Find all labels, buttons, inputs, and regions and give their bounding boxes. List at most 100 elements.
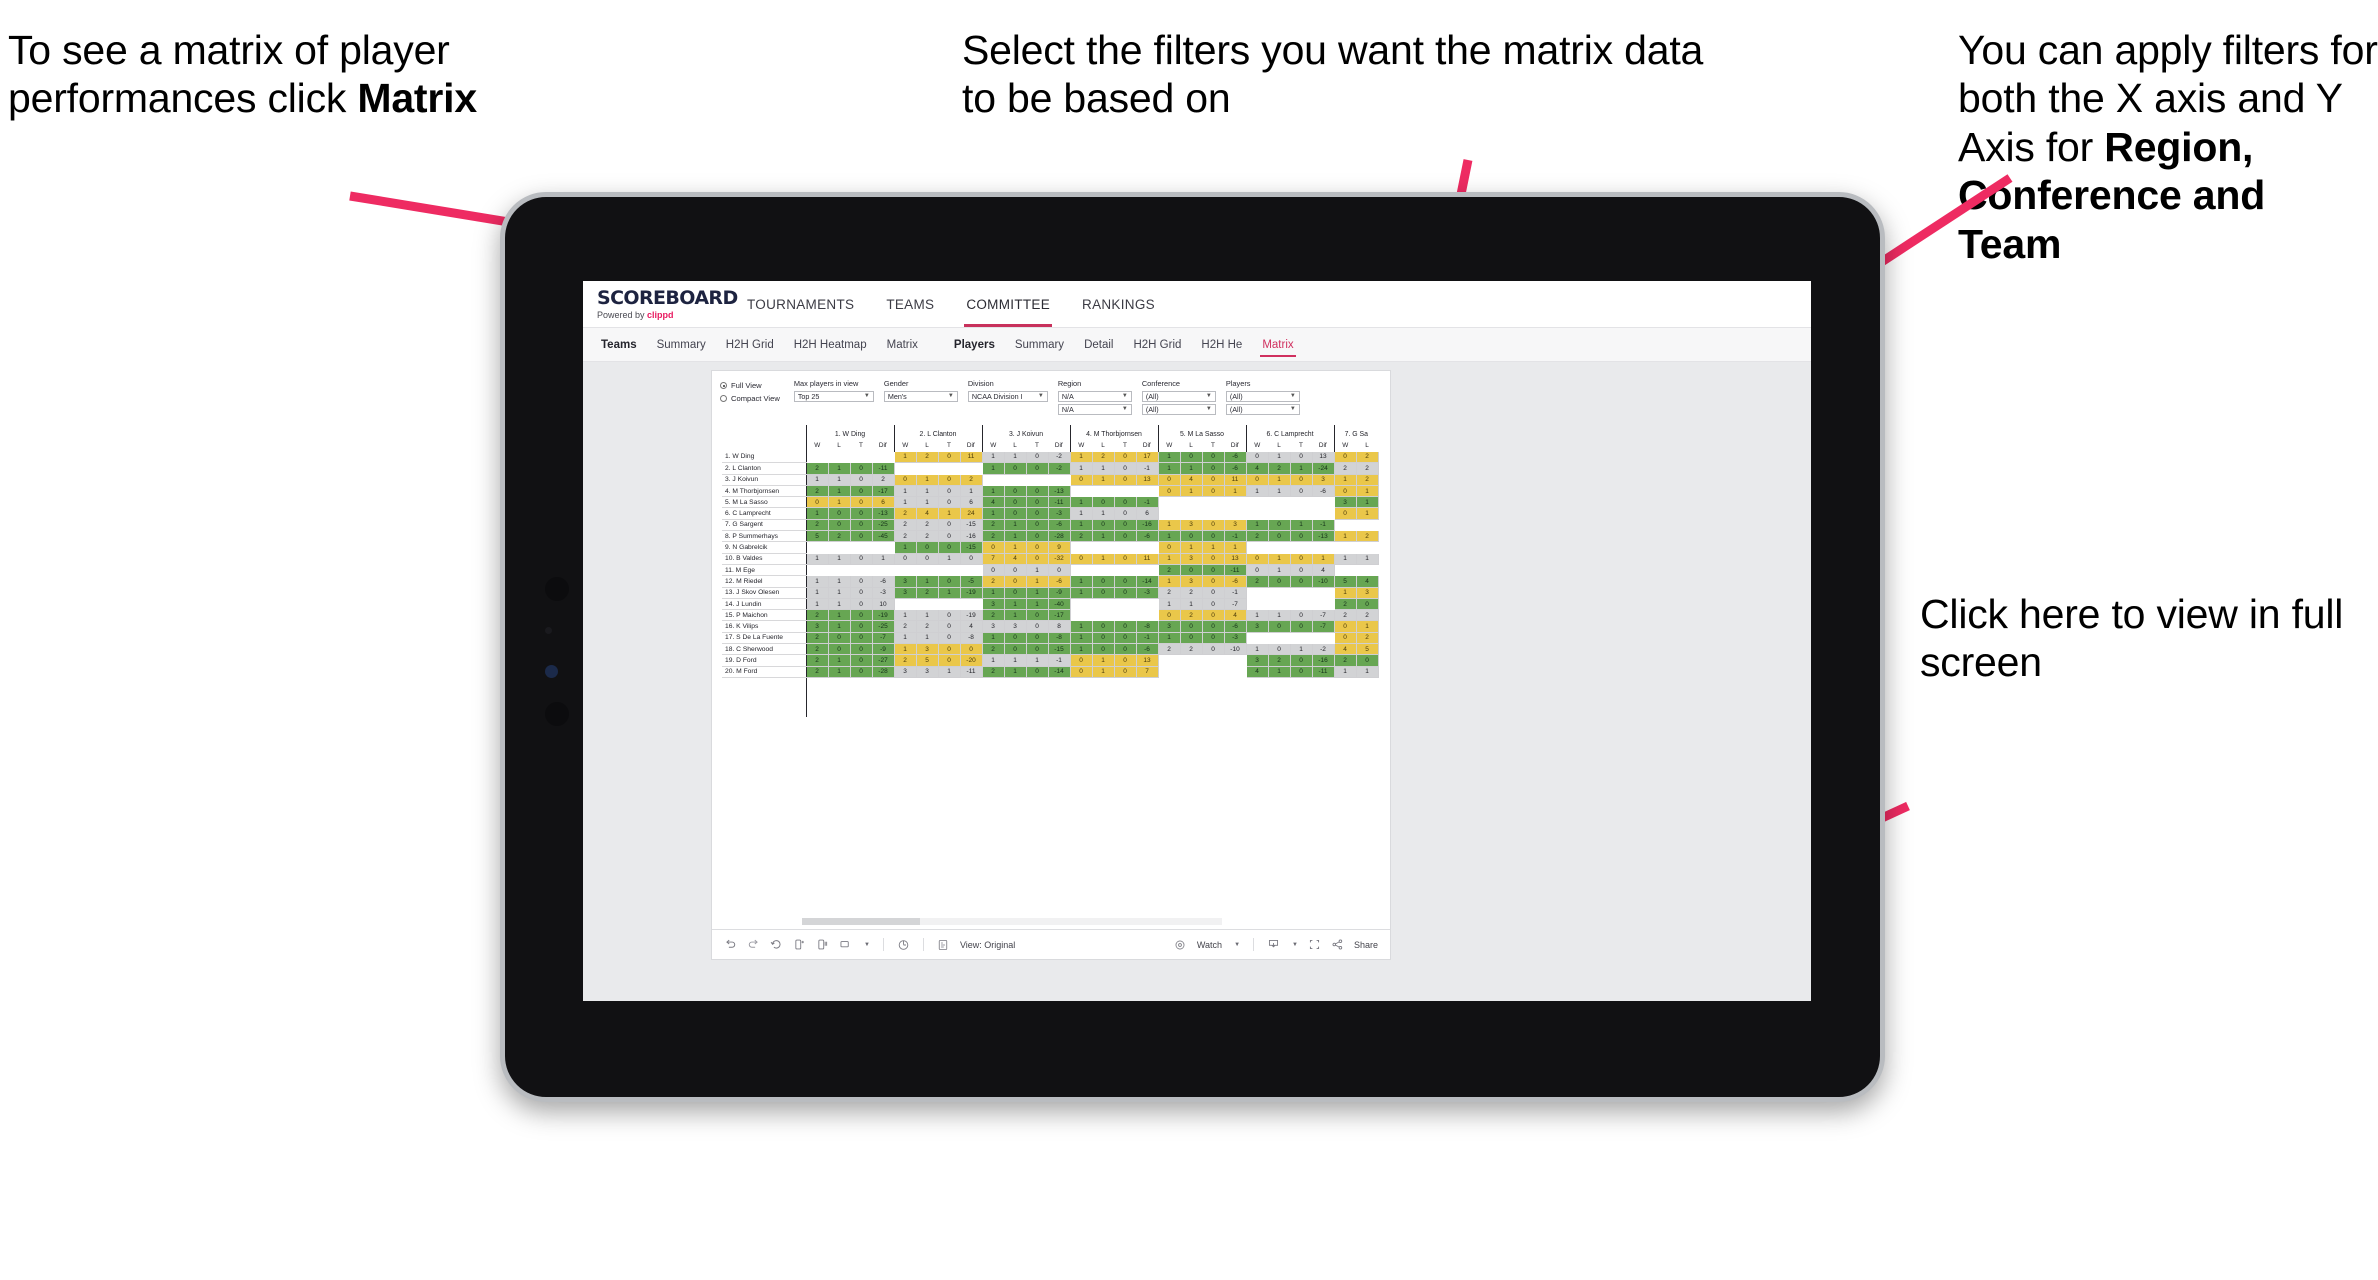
matrix-cell[interactable]: 2 — [872, 474, 895, 486]
matrix-cell[interactable]: 0 — [938, 654, 961, 667]
matrix-cell[interactable]: -15 — [1048, 643, 1071, 656]
matrix-cell[interactable]: 2 — [805, 462, 829, 475]
matrix-row[interactable]: 1. W Ding 1 2 0 11 1 1 0 -2 1 2 0 17 1 0 0 -6 0 1 0 13 0 2 — [722, 451, 1379, 464]
matrix-cell[interactable]: 0 — [1290, 666, 1313, 678]
matrix-cell[interactable] — [1224, 507, 1247, 520]
matrix-cell[interactable]: 0 — [850, 496, 873, 509]
matrix-cell[interactable] — [828, 564, 851, 577]
matrix-cell[interactable]: 2 — [981, 519, 1005, 532]
matrix-cell[interactable] — [1202, 666, 1225, 678]
matrix-cell[interactable] — [981, 474, 1005, 486]
matrix-cell[interactable]: 0 — [1245, 474, 1269, 486]
matrix-cell[interactable]: 0 — [1048, 564, 1071, 577]
matrix-cell[interactable]: 0 — [1268, 620, 1291, 633]
matrix-cell[interactable]: 1 — [1180, 598, 1203, 611]
matrix-cell[interactable]: 1 — [1026, 575, 1049, 588]
matrix-cell[interactable]: 3 — [1157, 620, 1181, 633]
matrix-cell[interactable]: 1 — [1333, 553, 1357, 565]
matrix-cell[interactable]: -32 — [1048, 553, 1071, 565]
matrix-column-header[interactable]: 2. L Clanton — [893, 424, 982, 439]
matrix-cell[interactable]: 0 — [1092, 643, 1115, 656]
presentation-mode-icon[interactable] — [839, 938, 852, 951]
matrix-cell[interactable]: 1 — [1092, 507, 1115, 520]
matrix-cell[interactable] — [1290, 587, 1313, 599]
matrix-cell[interactable] — [1136, 609, 1159, 622]
matrix-cell[interactable]: -9 — [872, 643, 895, 656]
matrix-cell[interactable]: 0 — [1290, 474, 1313, 486]
matrix-row[interactable]: 3. J Koivun 1 1 0 2 0 1 0 2 0 1 0 13 0 4 0 11 0 1 0 3 1 2 — [722, 474, 1379, 486]
matrix-cell[interactable] — [1312, 496, 1335, 509]
matrix-cell[interactable]: 0 — [1268, 530, 1291, 543]
sub-nav-teams-h2h-heatmap[interactable]: H2H Heatmap — [784, 328, 877, 361]
matrix-cell[interactable] — [1092, 541, 1115, 554]
matrix-cell[interactable]: -13 — [1312, 530, 1335, 543]
matrix-cell[interactable]: 3 — [893, 575, 917, 588]
matrix-cell[interactable]: 0 — [1202, 620, 1225, 633]
matrix-cell[interactable] — [1157, 507, 1181, 520]
matrix-row-label[interactable]: 6. C Lamprecht — [722, 507, 806, 520]
matrix-row-label[interactable]: 5. M La Sasso — [722, 496, 806, 509]
matrix-cell[interactable]: 2 — [805, 609, 829, 622]
matrix-cell[interactable]: 3 — [1245, 620, 1269, 633]
matrix-cell[interactable]: 3 — [893, 666, 917, 678]
matrix-cell[interactable]: 1 — [828, 598, 851, 611]
matrix-cell[interactable]: 1 — [893, 541, 917, 554]
matrix-cell[interactable]: 2 — [916, 451, 939, 464]
matrix-cell[interactable] — [916, 598, 939, 611]
matrix-cell[interactable]: 1 — [805, 575, 829, 588]
matrix-cell[interactable]: 0 — [1157, 541, 1181, 554]
matrix-cell[interactable]: 0 — [960, 553, 983, 565]
matrix-cell[interactable]: 0 — [828, 643, 851, 656]
matrix-cell[interactable]: -25 — [872, 620, 895, 633]
matrix-cell[interactable]: 0 — [1004, 485, 1027, 498]
matrix-cell[interactable]: 0 — [1333, 507, 1357, 520]
matrix-cell[interactable]: 2 — [981, 609, 1005, 622]
filter-division-select[interactable]: NCAA Division I ▼ — [967, 390, 1048, 402]
matrix-cell[interactable]: 0 — [1333, 451, 1357, 464]
matrix-cell[interactable]: -6 — [1312, 485, 1335, 498]
matrix-cell[interactable]: 0 — [1092, 632, 1115, 645]
matrix-cell[interactable]: 0 — [1268, 575, 1291, 588]
matrix-cell[interactable]: 0 — [938, 451, 961, 464]
matrix-cell[interactable]: 0 — [1004, 462, 1027, 475]
matrix-cell[interactable]: 1 — [916, 575, 939, 588]
matrix-cell[interactable]: 1 — [981, 587, 1005, 599]
matrix-cell[interactable]: 0 — [1290, 575, 1313, 588]
matrix-row[interactable]: 8. P Summerhays 5 2 0 -45 2 2 0 -16 2 1 0 -28 2 1 0 -6 1 0… — [722, 530, 1379, 543]
matrix-cell[interactable]: 1 — [1004, 654, 1027, 667]
matrix-row-label[interactable]: 9. N Gabrelcik — [722, 541, 806, 554]
matrix-cell[interactable]: 0 — [850, 643, 873, 656]
matrix-row-label[interactable]: 14. J Lundin — [722, 598, 806, 611]
matrix-cell[interactable]: 2 — [1356, 451, 1379, 464]
matrix-cell[interactable]: 7 — [1136, 666, 1159, 678]
matrix-cell[interactable]: 1 — [893, 451, 917, 464]
matrix-cell[interactable]: 1 — [916, 485, 939, 498]
matrix-cell[interactable]: 0 — [1114, 519, 1137, 532]
matrix-row-label[interactable]: 11. M Ege — [722, 564, 806, 577]
matrix-row-label[interactable]: 19. D Ford — [722, 654, 806, 667]
matrix-cell[interactable]: 0 — [1069, 666, 1093, 678]
watch-label[interactable]: Watch — [1197, 940, 1222, 950]
matrix-cell[interactable]: 1 — [1069, 632, 1093, 645]
fullscreen-icon[interactable] — [1308, 938, 1321, 951]
matrix-cell[interactable]: 1 — [938, 553, 961, 565]
matrix-cell[interactable]: 1 — [828, 587, 851, 599]
matrix-cell[interactable] — [1224, 654, 1247, 667]
matrix-cell[interactable]: 2 — [1333, 462, 1357, 475]
matrix-cell[interactable]: 2 — [805, 654, 829, 667]
matrix-cell[interactable]: -13 — [1048, 485, 1071, 498]
matrix-cell[interactable]: 0 — [916, 541, 939, 554]
matrix-cell[interactable]: 1 — [1069, 643, 1093, 656]
pause-updates-icon[interactable] — [816, 938, 829, 951]
matrix-cell[interactable]: 0 — [1114, 462, 1137, 475]
matrix-cell[interactable]: 0 — [1290, 485, 1313, 498]
matrix-cell[interactable]: -8 — [960, 632, 983, 645]
matrix-cell[interactable] — [1069, 598, 1093, 611]
matrix-cell[interactable]: 0 — [1026, 553, 1049, 565]
matrix-column-header[interactable]: 7. G Sa — [1333, 424, 1378, 439]
matrix-row-label[interactable]: 18. C Sherwood — [722, 643, 806, 656]
matrix-cell[interactable]: 0 — [1004, 643, 1027, 656]
matrix-cell[interactable]: 2 — [1180, 609, 1203, 622]
matrix-cell[interactable]: 1 — [1224, 485, 1247, 498]
matrix-row-label[interactable]: 1. W Ding — [722, 451, 806, 464]
